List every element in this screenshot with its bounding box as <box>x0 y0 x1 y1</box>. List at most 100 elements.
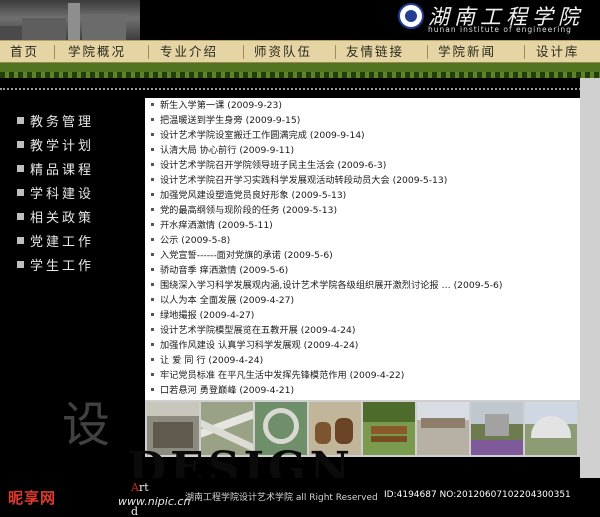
nav-item-about[interactable]: 学院概况 <box>68 43 126 61</box>
bullet-dot-icon <box>151 163 154 166</box>
photo-detail <box>147 402 199 416</box>
bullet-dot-icon <box>151 118 154 121</box>
campus-skyline-image <box>0 0 140 40</box>
sidebar-item-policies[interactable]: 相关政策 <box>17 209 94 229</box>
news-item[interactable]: 加强作风建设 认真学习科学发展观 (2009-4-24) <box>151 338 358 353</box>
news-title: 把温暖送到学生身旁 (2009-9-15) <box>160 115 301 126</box>
news-title: 设计艺术学院召开学习实践科学发展观活动转段动员大会 (2009-5-13) <box>160 175 448 186</box>
news-title: 围绕深入学习科学发展观内涵,设计艺术学院各级组织展开激烈讨论报 … (2009-… <box>160 280 503 291</box>
sidebar-item-student-work[interactable]: 学生工作 <box>17 257 94 277</box>
news-item[interactable]: 口若悬河 勇登巅峰 (2009-4-21) <box>151 383 294 398</box>
photo-detail <box>335 418 353 444</box>
news-title: 牢记党员标准 在平凡生活中发挥先锋模范作用 (2009-4-22) <box>160 370 405 381</box>
news-item[interactable]: 设计艺术学院模型展览在五教开展 (2009-4-24) <box>151 323 355 338</box>
school-name-en: hunan institute of engineering <box>428 25 572 34</box>
nav-item-news[interactable]: 学院新闻 <box>438 43 496 61</box>
news-item[interactable]: 围绕深入学习科学发展观内涵,设计艺术学院各级组织展开激烈讨论报 … (2009-… <box>151 278 502 293</box>
news-title: 设计艺术学院模型展览在五教开展 (2009-4-24) <box>160 325 356 336</box>
calligraphy-watermark: 设 <box>62 397 111 453</box>
photo-detail <box>485 414 509 436</box>
main-nav: 首页 学院概况 专业介绍 师资队伍 友情链接 学院新闻 设计库 <box>0 40 600 63</box>
bullet-dot-icon <box>151 133 154 136</box>
news-item[interactable]: 认清大局 协心前行 (2009-9-11) <box>151 143 294 158</box>
nav-divider <box>427 45 428 59</box>
news-item[interactable]: 牢记党员标准 在平凡生活中发挥先锋模范作用 (2009-4-22) <box>151 368 404 383</box>
sidebar-item-discipline-building[interactable]: 学科建设 <box>17 185 94 205</box>
wooden-bench-photo-icon[interactable] <box>363 402 415 455</box>
nav-divider <box>524 45 525 59</box>
photo-detail <box>471 440 523 455</box>
sidebar-item-party-work[interactable]: 党建工作 <box>17 233 94 253</box>
bullet-dot-icon <box>151 373 154 376</box>
nav-item-design-library[interactable]: 设计库 <box>536 43 580 61</box>
art-tag-initial: A <box>131 481 139 494</box>
nav-item-faculty[interactable]: 师资队伍 <box>254 43 312 61</box>
photo-detail <box>421 418 465 428</box>
news-title: 设计艺术学院设室搬迁工作圆满完成 (2009-9-14) <box>160 130 365 141</box>
news-title: 新生入学第一课 (2009-9-23) <box>160 100 282 111</box>
nav-divider <box>335 45 336 59</box>
news-item[interactable]: 设计艺术学院召开学习实践科学发展观活动转段动员大会 (2009-5-13) <box>151 173 447 188</box>
square-bullet-icon <box>17 117 24 124</box>
square-bullet-icon <box>17 237 24 244</box>
bullet-dot-icon <box>151 283 154 286</box>
news-item[interactable]: 党的最高纲领与现阶段的任务 (2009-5-13) <box>151 203 337 218</box>
news-title: 设计艺术学院召开学院领导班子民主生活会 (2009-6-3) <box>160 160 387 171</box>
art-tag-rest: rt <box>138 481 149 494</box>
news-item[interactable]: 骄动音季 痒洒激情 (2009-5-6) <box>151 263 288 278</box>
news-item[interactable]: 把温暖送到学生身旁 (2009-9-15) <box>151 113 300 128</box>
bullet-dot-icon <box>151 388 154 391</box>
building-silhouette <box>22 18 66 40</box>
bullet-dot-icon <box>151 208 154 211</box>
building-silhouette <box>0 26 22 40</box>
sidebar-item-label: 教务管理 <box>30 115 95 130</box>
news-item[interactable]: 开水痒洒激情 (2009-5-11) <box>151 218 273 233</box>
square-bullet-icon <box>17 261 24 268</box>
nav-item-links[interactable]: 友情链接 <box>346 43 404 61</box>
bullet-dot-icon <box>151 193 154 196</box>
news-item[interactable]: 设计艺术学院召开学院领导班子民主生活会 (2009-6-3) <box>151 158 386 173</box>
dotted-divider <box>0 88 600 90</box>
news-title: 入党宣誓------面对党旗的承诺 (2009-5-6) <box>160 250 333 261</box>
nav-divider <box>243 45 244 59</box>
bullet-dot-icon <box>151 178 154 181</box>
news-item[interactable]: 设计艺术学院设室搬迁工作圆满完成 (2009-9-14) <box>151 128 365 143</box>
campus-square-photo-icon[interactable] <box>417 402 469 455</box>
news-title: 加强党风建设塑造党员良好形象 (2009-5-13) <box>160 190 347 201</box>
watermark-site-name-text: 昵享网 <box>8 489 57 507</box>
green-decorative-band <box>0 63 600 78</box>
art-tag: Art <box>131 482 149 493</box>
bullet-dot-icon <box>151 313 154 316</box>
school-emblem-icon[interactable] <box>398 3 424 29</box>
news-title: 加强作风建设 认真学习科学发展观 (2009-4-24) <box>160 340 359 351</box>
sidebar-item-quality-courses[interactable]: 精品课程 <box>17 161 94 181</box>
news-item[interactable]: 入党宣誓------面对党旗的承诺 (2009-5-6) <box>151 248 333 263</box>
bullet-dot-icon <box>151 103 154 106</box>
news-item[interactable]: 加强党风建设塑造党员良好形象 (2009-5-13) <box>151 188 346 203</box>
sidebar-item-label: 教学计划 <box>30 139 95 154</box>
news-title: 以人为本 全面发展 (2009-4-27) <box>160 295 295 306</box>
news-item[interactable]: 新生入学第一课 (2009-9-23) <box>151 98 282 113</box>
building-silhouette <box>82 14 126 40</box>
tower-silhouette <box>68 3 80 40</box>
news-title: 认清大局 协心前行 (2009-9-11) <box>160 145 295 156</box>
campus-building-photo-icon[interactable] <box>471 402 523 455</box>
sidebar-item-label: 学科建设 <box>30 187 95 202</box>
nav-item-majors[interactable]: 专业介绍 <box>160 43 218 61</box>
circular-building-photo-icon[interactable] <box>525 402 577 455</box>
photo-detail <box>371 426 407 434</box>
bullet-dot-icon <box>151 358 154 361</box>
watermark-site-name: 昵享网 <box>8 487 56 508</box>
bullet-dot-icon <box>151 223 154 226</box>
news-item[interactable]: 公示 (2009-5-8) <box>151 233 230 248</box>
photo-detail <box>371 436 407 442</box>
nav-item-home[interactable]: 首页 <box>10 43 39 61</box>
news-item[interactable]: 让 爱 同 行 (2009-4-24) <box>151 353 263 368</box>
sidebar-item-academic-affairs[interactable]: 教务管理 <box>17 113 94 133</box>
photo-detail <box>315 422 331 444</box>
sidebar-item-label: 党建工作 <box>30 235 95 250</box>
news-item[interactable]: 以人为本 全面发展 (2009-4-27) <box>151 293 294 308</box>
news-panel: 新生入学第一课 (2009-9-23) 把温暖送到学生身旁 (2009-9-15… <box>145 98 580 400</box>
sidebar-item-teaching-plan[interactable]: 教学计划 <box>17 137 94 157</box>
news-item[interactable]: 绿地撮报 (2009-4-27) <box>151 308 254 323</box>
